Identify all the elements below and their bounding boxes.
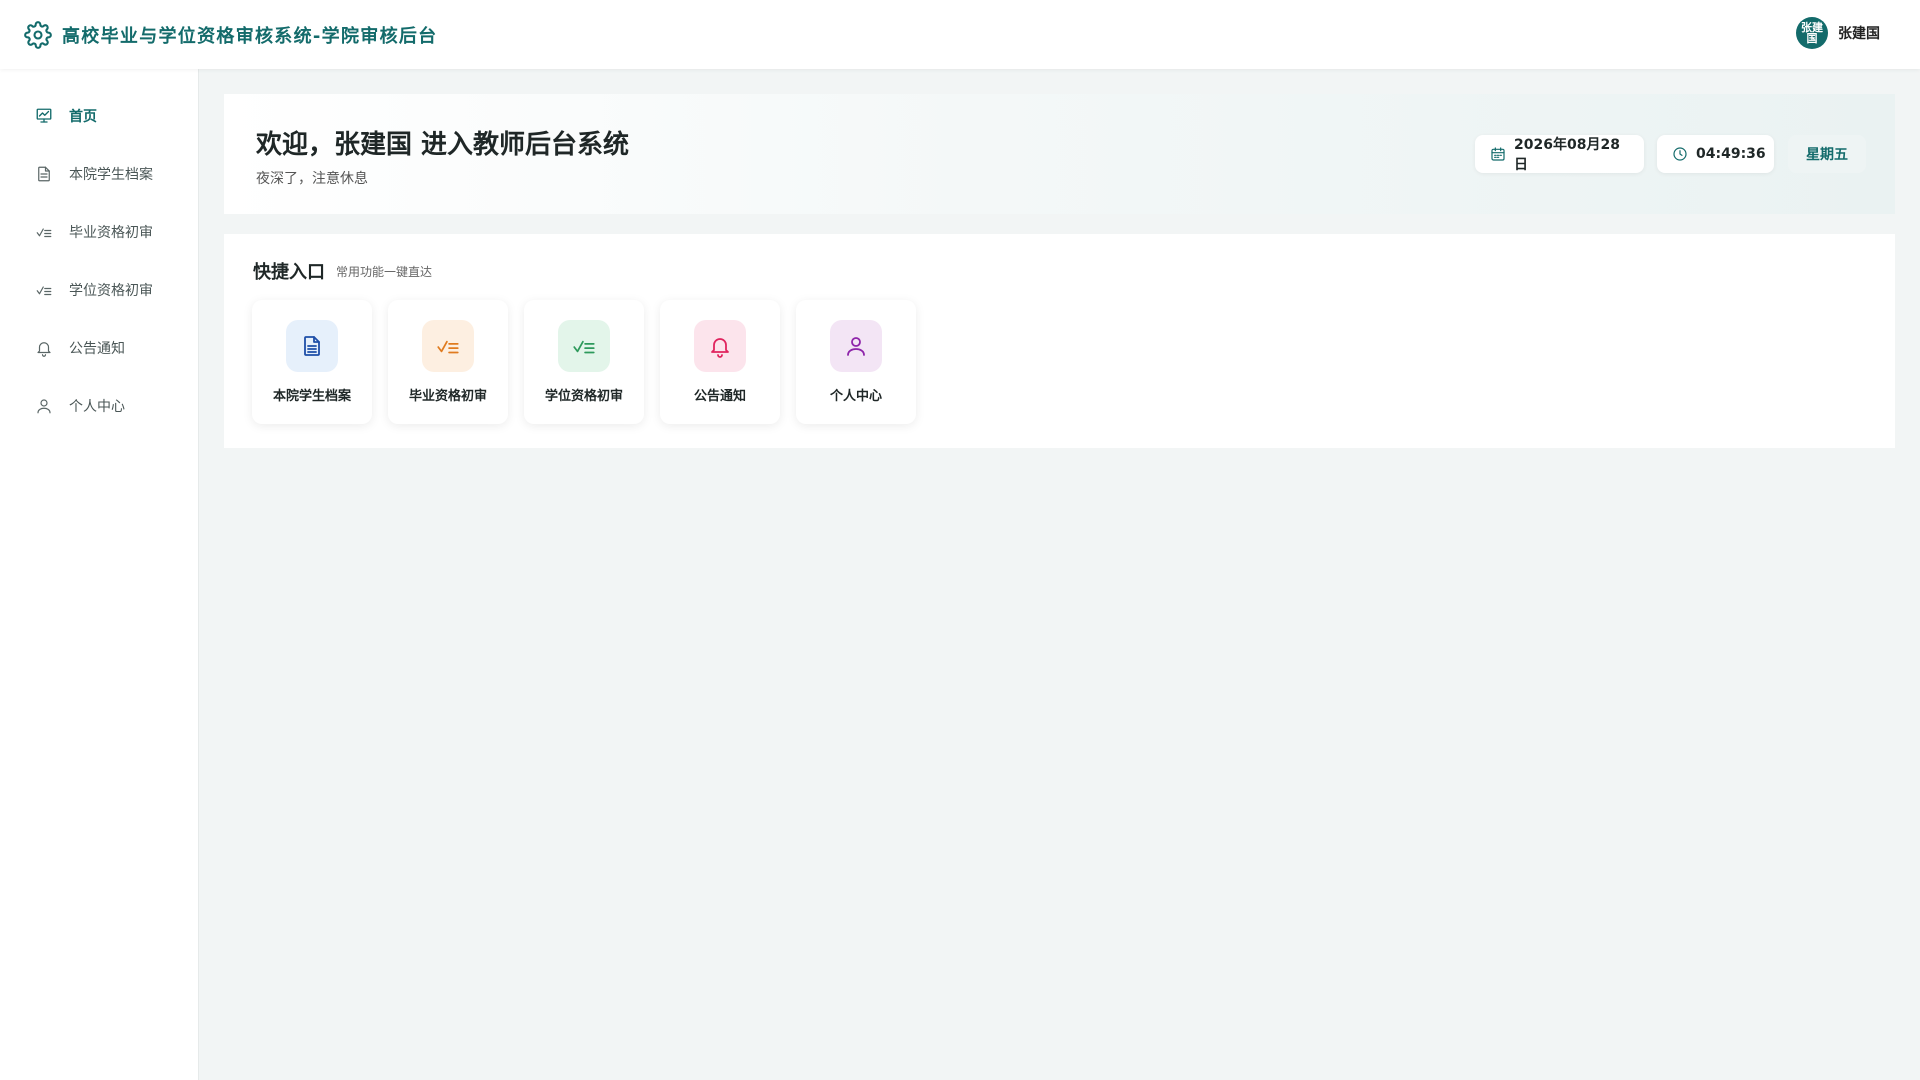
sidebar-item-label: 本院学生档案 xyxy=(69,167,153,183)
date-badge: 2026年08月28日 xyxy=(1475,135,1644,173)
bell-icon xyxy=(694,320,746,372)
user-icon xyxy=(830,320,882,372)
checklist-icon xyxy=(558,320,610,372)
clock-icon xyxy=(1672,146,1688,162)
dashboard-icon xyxy=(35,107,53,125)
document-icon xyxy=(35,165,53,183)
sidebar-item-label: 毕业资格初审 xyxy=(69,225,153,241)
user-icon xyxy=(35,397,53,415)
sidebar: 首页 本院学生档案 毕业资格初审 学位资格初审 公告通知 个人中心 xyxy=(0,69,199,1080)
quick-access-title: 快捷入口 xyxy=(253,262,325,283)
sidebar-item-home[interactable]: 首页 xyxy=(0,94,199,138)
checklist-icon xyxy=(35,281,53,299)
gear-icon xyxy=(24,20,52,49)
time-badge: 04:49:36 xyxy=(1657,135,1774,173)
sidebar-item-graduation-review[interactable]: 毕业资格初审 xyxy=(0,210,199,254)
sidebar-item-student-records[interactable]: 本院学生档案 xyxy=(0,152,199,196)
sidebar-item-label: 公告通知 xyxy=(69,341,125,357)
quick-card-label: 毕业资格初审 xyxy=(408,389,487,404)
quick-card-profile[interactable]: 个人中心 xyxy=(796,300,916,424)
weekday-text: 星期五 xyxy=(1806,147,1848,163)
quick-access-panel: 快捷入口 常用功能一键直达 本院学生档案 毕业资格初审 学位资格初审 公告通知 … xyxy=(224,234,1895,448)
welcome-title: 欢迎，张建国 进入教师后台系统 xyxy=(256,130,630,160)
sidebar-item-label: 个人中心 xyxy=(69,399,125,415)
document-icon xyxy=(286,320,338,372)
app-title: 高校毕业与学位资格审核系统-学院审核后台 xyxy=(62,25,438,47)
date-text: 2026年08月28日 xyxy=(1514,137,1620,173)
sidebar-item-degree-review[interactable]: 学位资格初审 xyxy=(0,268,199,312)
calendar-icon xyxy=(1490,146,1506,162)
quick-card-label: 个人中心 xyxy=(829,389,882,404)
quick-card-student-records[interactable]: 本院学生档案 xyxy=(252,300,372,424)
brand: 高校毕业与学位资格审核系统-学院审核后台 xyxy=(24,20,438,49)
sidebar-item-label: 学位资格初审 xyxy=(69,283,153,299)
weekday-badge: 星期五 xyxy=(1788,135,1866,173)
bell-icon xyxy=(35,339,53,357)
user-menu[interactable]: 张建国 张建国 xyxy=(1796,17,1880,49)
checklist-icon xyxy=(422,320,474,372)
checklist-icon xyxy=(35,223,53,241)
welcome-banner: 欢迎，张建国 进入教师后台系统 夜深了，注意休息 2026年08月28日 04:… xyxy=(224,94,1895,214)
quick-access-subtitle: 常用功能一键直达 xyxy=(336,265,433,279)
quick-card-label: 公告通知 xyxy=(693,389,746,404)
time-text: 04:49:36 xyxy=(1696,146,1766,162)
quick-card-label: 本院学生档案 xyxy=(272,389,351,404)
user-name[interactable]: 张建国 xyxy=(1838,23,1880,43)
quick-card-graduation-review[interactable]: 毕业资格初审 xyxy=(388,300,508,424)
quick-card-label: 学位资格初审 xyxy=(544,389,623,404)
sidebar-item-profile[interactable]: 个人中心 xyxy=(0,384,199,428)
sidebar-item-announcements[interactable]: 公告通知 xyxy=(0,326,199,370)
quick-card-degree-review[interactable]: 学位资格初审 xyxy=(524,300,644,424)
top-bar: 高校毕业与学位资格审核系统-学院审核后台 张建国 张建国 xyxy=(0,0,1920,69)
sidebar-item-label: 首页 xyxy=(69,109,97,125)
quick-card-announcements[interactable]: 公告通知 xyxy=(660,300,780,424)
welcome-subtitle: 夜深了，注意休息 xyxy=(256,171,368,187)
avatar[interactable]: 张建国 xyxy=(1796,17,1828,49)
